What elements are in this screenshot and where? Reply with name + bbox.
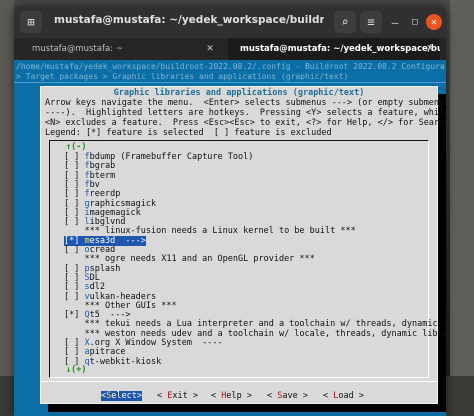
menu-list[interactable]: ↑(-) ↓(+) [ ] fbdump (Framebuffer Captur… <box>49 140 446 378</box>
button-bracket: < <box>211 391 222 401</box>
help-text-line: Arrow keys navigate the menu. <Enter> se… <box>45 98 446 108</box>
minimize-icon[interactable]: — <box>387 14 403 30</box>
button-label: ave > <box>282 391 308 401</box>
tab-label: mustafa@mustafa: ~ <box>32 44 123 54</box>
config-path-line: /home/mustafa/yedek_workspace/buildroot-… <box>16 62 444 71</box>
hamburger-menu-icon[interactable]: ≡ <box>360 11 382 33</box>
window-title: mustafa@mustafa: ~/yedek_workspace/build… <box>54 14 324 26</box>
load-button[interactable]: < Load > <box>323 391 364 401</box>
tab-bar: mustafa@mustafa: ~ ✕ mustafa@mustafa: ~/… <box>14 38 446 60</box>
close-icon[interactable]: ✕ <box>426 14 442 30</box>
maximize-icon[interactable]: □ <box>407 14 423 30</box>
menu-breadcrumb: > Target packages > Graphic libraries an… <box>16 72 349 81</box>
help-text-line: <N> excludes a feature. Press <Esc><Esc>… <box>45 118 446 128</box>
save-button[interactable]: < Save > <box>267 391 308 401</box>
menu-item-label: t-webkit-kiosk <box>89 356 162 367</box>
tab-close-icon[interactable]: ✕ <box>204 43 216 55</box>
button-label: xit > <box>172 391 198 401</box>
new-tab-icon[interactable]: ⊞ <box>20 11 42 33</box>
button-label: elect> <box>111 391 142 401</box>
select-button[interactable]: <Select> <box>101 391 142 401</box>
button-label: oad > <box>338 391 364 401</box>
tab-label: mustafa@mustafa: ~/yedek_workspace/buil.… <box>240 44 440 54</box>
legend-line: Legend: [*] feature is selected [ ] feat… <box>45 128 332 138</box>
search-icon[interactable]: ⌕ <box>334 11 356 33</box>
menu-item-checkbox: [ ] <box>64 356 85 367</box>
button-bracket: < <box>267 391 278 401</box>
exit-button[interactable]: < Exit > <box>157 391 198 401</box>
tab-home[interactable]: mustafa@mustafa: ~ ✕ <box>20 38 220 60</box>
terminal-area[interactable]: /home/mustafa/yedek_workspace/buildroot-… <box>14 60 446 416</box>
button-bracket: < <box>323 391 334 401</box>
background-pillar-right <box>450 0 474 416</box>
divider <box>14 82 446 83</box>
background-pillar-left <box>0 0 14 416</box>
scroll-up-indicator[interactable]: ↑(-) <box>66 142 86 152</box>
menuconfig-dialog: Graphic libraries and applications (grap… <box>40 86 446 404</box>
button-label: elp > <box>226 391 252 401</box>
help-text-line: ----). Highlighted letters are hotkeys. … <box>45 108 446 118</box>
dialog-title: Graphic libraries and applications (grap… <box>113 88 365 98</box>
tab-buildroot[interactable]: mustafa@mustafa: ~/yedek_workspace/buil.… <box>228 38 440 60</box>
help-button[interactable]: < Help > <box>211 391 252 401</box>
menu-item[interactable]: [ ] qt-webkit-kiosk <box>64 357 161 367</box>
terminal-window: ⊞ mustafa@mustafa: ~/yedek_workspace/bui… <box>14 6 446 416</box>
window-titlebar[interactable]: ⊞ mustafa@mustafa: ~/yedek_workspace/bui… <box>14 6 446 38</box>
divider <box>41 381 437 382</box>
button-bracket: < <box>157 391 168 401</box>
tab-close-icon[interactable]: ✕ <box>424 43 436 55</box>
